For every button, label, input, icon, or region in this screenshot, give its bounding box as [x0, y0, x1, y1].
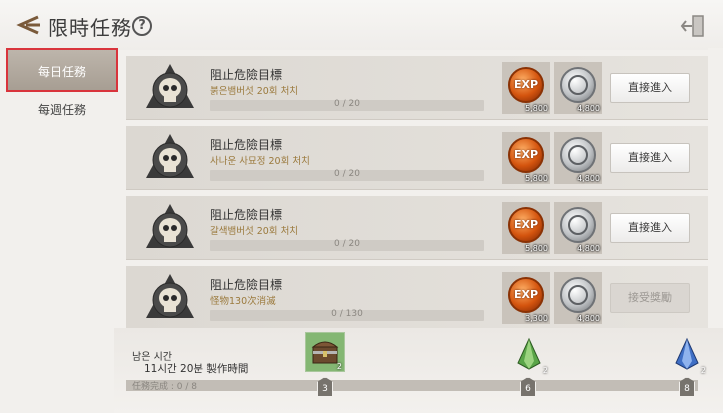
- silver-reward: 4,800: [554, 272, 602, 324]
- quest-progress-bar: 0 / 20: [210, 169, 484, 181]
- exp-reward: EXP 5,800: [502, 132, 550, 184]
- silver-amount: 4,800: [577, 314, 600, 323]
- mission-progress-panel: 남은 시간 11시간 20분 製作時間 2 2 2 任務完成 : 0 / 8 3…: [114, 328, 723, 413]
- reward-quantity: 2: [700, 366, 706, 375]
- claim-reward-button[interactable]: 接受獎勵: [610, 283, 690, 313]
- quest-row: 阻止危險目標 怪物130次消滅 0 / 130 EXP 3,300 4,800 …: [126, 266, 708, 330]
- skull-icon: [146, 134, 194, 178]
- mission-completion-text: 任務完成 : 0 / 8: [132, 382, 197, 392]
- silver-coin-icon: [560, 277, 596, 313]
- silver-reward: 4,800: [554, 202, 602, 254]
- tab-weekly-missions[interactable]: 每週任務: [6, 88, 118, 132]
- exp-reward: EXP 5,800: [502, 202, 550, 254]
- reward-quantity: 2: [542, 366, 548, 375]
- exp-orb-icon: EXP: [508, 277, 544, 313]
- milestone-reward-8[interactable]: 2: [668, 335, 708, 375]
- quest-progress-text: 0 / 130: [331, 309, 363, 319]
- exp-amount: 3,300: [525, 314, 548, 323]
- silver-amount: 4,800: [577, 104, 600, 113]
- quest-subtitle: 사나운 사묘정 20회 처치: [210, 156, 310, 167]
- sidebar: 每日任務 每週任務: [6, 48, 118, 368]
- silver-coin-icon: [560, 67, 596, 103]
- quest-row: 阻止危險目標 사나운 사묘정 20회 처치 0 / 20 EXP 5,800 4…: [126, 126, 708, 190]
- exp-amount: 5,800: [525, 174, 548, 183]
- skull-icon: [146, 64, 194, 108]
- page-title: 限時任務: [48, 16, 132, 40]
- quest-subtitle: 갈색뱀버섯 20회 처치: [210, 226, 299, 237]
- enter-directly-button[interactable]: 直接進入: [610, 143, 690, 173]
- skull-icon: [146, 204, 194, 248]
- panel-edge: [708, 48, 723, 328]
- exp-orb-icon: EXP: [508, 67, 544, 103]
- exp-amount: 5,800: [525, 244, 548, 253]
- quest-row: 阻止危險目標 붉은뱀버섯 20회 처치 0 / 20 EXP 5,800 4,8…: [126, 56, 708, 120]
- reward-quantity: 2: [336, 362, 342, 371]
- exp-reward: EXP 3,300: [502, 272, 550, 324]
- tab-daily-missions[interactable]: 每日任務: [6, 48, 118, 92]
- mission-completion-bar: 任務完成 : 0 / 8: [126, 380, 698, 392]
- quest-title: 阻止危險目標: [210, 68, 283, 82]
- quest-progress-bar: 0 / 20: [210, 99, 484, 111]
- exit-icon[interactable]: [680, 14, 706, 38]
- exp-orb-icon: EXP: [508, 137, 544, 173]
- enter-directly-button[interactable]: 直接進入: [610, 213, 690, 243]
- header-bar: 限時任務 ?: [0, 0, 723, 50]
- silver-coin-icon: [560, 137, 596, 173]
- silver-amount: 4,800: [577, 174, 600, 183]
- silver-coin-icon: [560, 207, 596, 243]
- quest-progress-text: 0 / 20: [334, 169, 360, 179]
- exp-orb-icon: EXP: [508, 207, 544, 243]
- quest-title: 阻止危險目標: [210, 208, 283, 222]
- exp-amount: 5,800: [525, 104, 548, 113]
- exp-reward: EXP 5,800: [502, 62, 550, 114]
- milestone-reward-3[interactable]: 2: [305, 332, 345, 372]
- milestone-reward-6[interactable]: 2: [510, 335, 550, 375]
- quest-subtitle: 怪物130次消滅: [210, 296, 276, 307]
- help-icon[interactable]: ?: [132, 16, 152, 36]
- quest-row: 阻止危險目標 갈색뱀버섯 20회 처치 0 / 20 EXP 5,800 4,8…: [126, 196, 708, 260]
- skull-icon: [146, 274, 194, 318]
- quest-progress-bar: 0 / 130: [210, 309, 484, 321]
- quest-progress-bar: 0 / 20: [210, 239, 484, 251]
- quest-progress-text: 0 / 20: [334, 239, 360, 249]
- remaining-time-value: 11시간 20분 製作時間: [144, 363, 249, 375]
- quest-subtitle: 붉은뱀버섯 20회 처치: [210, 86, 299, 97]
- enter-directly-button[interactable]: 直接進入: [610, 73, 690, 103]
- quest-title: 阻止危險目標: [210, 278, 283, 292]
- silver-reward: 4,800: [554, 132, 602, 184]
- quest-title: 阻止危險目標: [210, 138, 283, 152]
- quest-progress-text: 0 / 20: [334, 99, 360, 109]
- back-arrow-icon[interactable]: [14, 14, 42, 36]
- silver-amount: 4,800: [577, 244, 600, 253]
- silver-reward: 4,800: [554, 62, 602, 114]
